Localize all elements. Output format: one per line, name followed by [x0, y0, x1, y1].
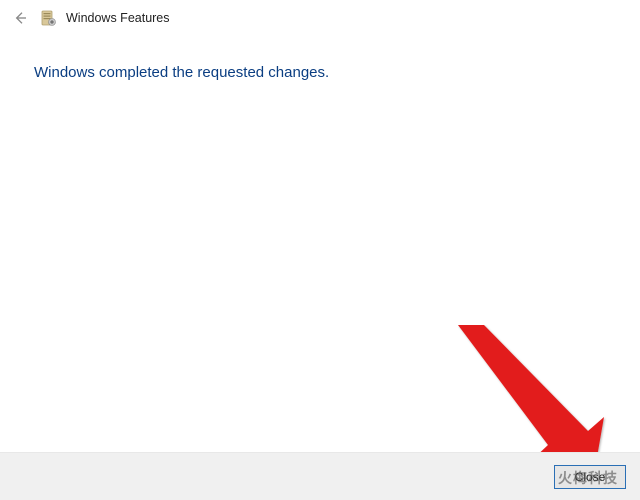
- windows-features-icon: [40, 10, 56, 26]
- close-button[interactable]: Close: [554, 465, 626, 489]
- footer-bar: Close: [0, 452, 640, 500]
- window-title: Windows Features: [66, 11, 170, 25]
- content-area: Windows completed the requested changes.: [0, 36, 640, 109]
- completion-message: Windows completed the requested changes.: [34, 64, 606, 81]
- back-button[interactable]: [10, 8, 30, 28]
- titlebar: Windows Features: [0, 0, 640, 36]
- back-arrow-icon: [12, 10, 28, 26]
